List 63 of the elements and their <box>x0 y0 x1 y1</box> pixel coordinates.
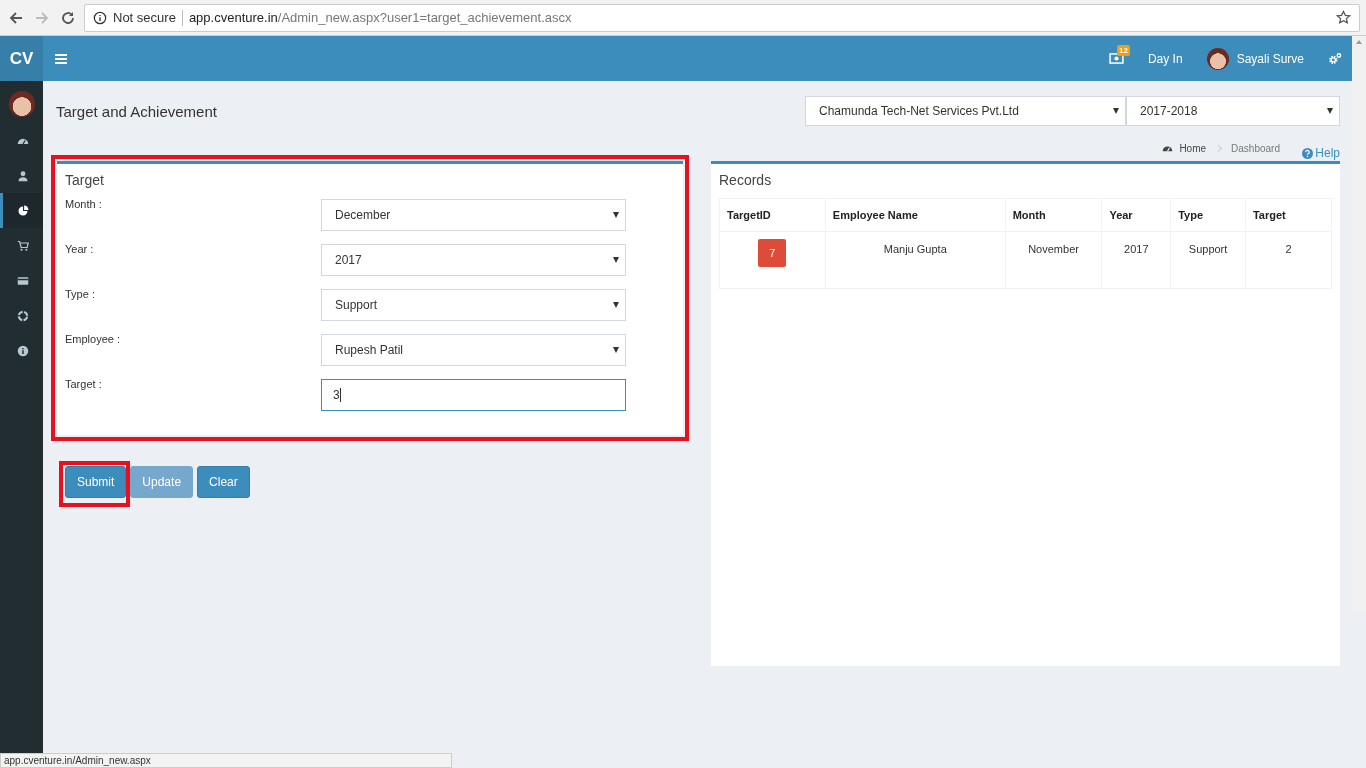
field-label: Year : <box>65 243 95 255</box>
caret-icon <box>613 212 619 218</box>
page-title: Target and Achievement <box>56 102 217 120</box>
column-header: Target <box>1245 198 1332 232</box>
panel-title: Target <box>65 172 105 188</box>
user-icon <box>17 169 29 182</box>
select-field[interactable]: 2017 <box>321 244 626 276</box>
reload-icon[interactable] <box>60 9 76 26</box>
credit-card-icon <box>17 274 29 287</box>
avatar <box>1206 47 1229 70</box>
sidebar-item[interactable] <box>0 193 43 228</box>
field-label: Employee : <box>65 333 122 345</box>
id-badge[interactable]: 7 <box>758 239 787 267</box>
avatar <box>8 91 35 117</box>
day-in-link[interactable]: Day In <box>1147 51 1183 66</box>
column-header: Year <box>1101 198 1171 232</box>
panel-title: Records <box>719 172 773 188</box>
scrollbar[interactable] <box>1352 36 1366 612</box>
table-cell: 2 <box>1245 231 1332 289</box>
select-field[interactable]: December <box>321 199 626 231</box>
back-icon[interactable] <box>8 9 24 26</box>
status-url: app.cventure.in/Admin_new.aspx <box>0 753 452 768</box>
url-text: app.cventure.in/Admin_new.aspx?user1=target_achievement.ascx <box>188 10 573 25</box>
caret-icon <box>613 347 619 353</box>
table-cell: 2017 <box>1101 231 1171 289</box>
form-button[interactable]: Clear <box>197 466 250 498</box>
column-header: Type <box>1170 198 1246 232</box>
company-select[interactable]: Chamunda Tech-Net Services Pvt.Ltd <box>805 96 1126 126</box>
caret-icon <box>1327 108 1333 114</box>
column-header: Employee Name <box>825 198 1006 232</box>
caret-icon <box>613 302 619 308</box>
field-label: Type : <box>65 288 96 300</box>
info-icon <box>17 344 29 357</box>
notification-count: 12 <box>1116 45 1130 56</box>
column-header: TargetID <box>719 198 826 232</box>
column-header: Month <box>1005 198 1102 232</box>
caret-icon <box>613 257 619 263</box>
lifebuoy-icon <box>17 309 29 322</box>
settings-icon[interactable] <box>1328 51 1342 66</box>
address-bar[interactable]: Not secure app.cventure.in/Admin_new.aspx?user1=target_achievement.ascx <box>84 3 1360 32</box>
security-label: Not secure <box>113 10 176 25</box>
table-cell: Manju Gupta <box>825 231 1006 289</box>
form-button[interactable]: Submit <box>65 466 127 498</box>
select-field[interactable]: Support <box>321 289 626 321</box>
select-field[interactable]: Rupesh Patil <box>321 334 626 366</box>
money-icon[interactable] <box>1108 53 1124 64</box>
year-select[interactable]: 2017-2018 <box>1126 96 1340 126</box>
cart-icon <box>17 239 29 252</box>
table-cell: November <box>1005 231 1102 289</box>
help-icon <box>1302 147 1314 159</box>
breadcrumb-link[interactable]: Home <box>1179 142 1207 154</box>
info-icon <box>93 10 107 25</box>
star-icon[interactable] <box>1336 10 1351 25</box>
caret-icon <box>1113 108 1119 114</box>
menu-icon[interactable] <box>55 53 67 64</box>
app-logo[interactable]: CV <box>0 36 43 81</box>
pie-chart-icon <box>17 204 29 217</box>
field-label: Month : <box>65 198 103 210</box>
field-label: Target : <box>65 378 103 390</box>
breadcrumb-link[interactable]: Dashboard <box>1231 142 1280 154</box>
input-field[interactable]: 3 <box>321 379 626 411</box>
user-name[interactable]: Sayali Surve <box>1236 51 1304 66</box>
table-cell: Support <box>1170 231 1246 289</box>
